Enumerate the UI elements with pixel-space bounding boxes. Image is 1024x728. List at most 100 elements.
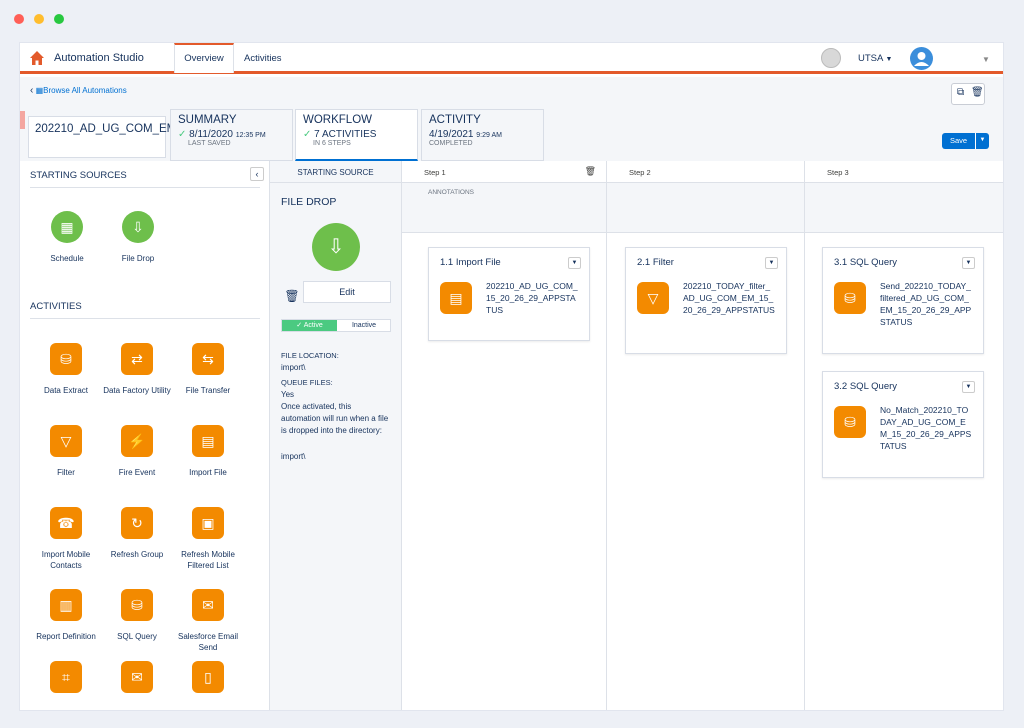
- grid-icon: ▦: [35, 86, 44, 95]
- left-panel: STARTING SOURCES ‹ ▦ Schedule ⇩ File Dro…: [20, 161, 270, 710]
- summary-card[interactable]: SUMMARY ✓ 8/11/2020 12:35 PM LAST SAVED: [170, 109, 293, 161]
- maximize-dot[interactable]: [54, 14, 64, 24]
- check-icon: ✓: [178, 129, 187, 140]
- chevron-down-icon[interactable]: ▼: [568, 257, 581, 269]
- card-heading: WORKFLOW: [303, 114, 372, 126]
- card-meta: IN 6 STEPS: [313, 140, 351, 147]
- activity-card[interactable]: ACTIVITY 4/19/2021 9:29 AM COMPLETED: [421, 109, 544, 161]
- step-header: Step 1 🗑: [402, 161, 606, 183]
- activity-label: Filter: [57, 468, 75, 477]
- save-dropdown-icon[interactable]: ▼: [975, 133, 989, 149]
- workflow-card[interactable]: WORKFLOW ✓ 7 ACTIVITIES IN 6 STEPS: [295, 109, 418, 161]
- activity-label: Fire Event: [118, 468, 156, 477]
- activity-name: No_Match_202210_TODAY_AD_UG_COM_EM_15_20…: [880, 405, 972, 451]
- script-icon[interactable]: ⌗: [50, 661, 82, 693]
- refresh-group-icon[interactable]: ↻: [121, 507, 153, 539]
- source-label: File Drop: [121, 254, 155, 263]
- import-file-icon[interactable]: ▤: [192, 425, 224, 457]
- fire-event-icon[interactable]: ⚡: [121, 425, 153, 457]
- activity-card[interactable]: 1.1 Import File ▼ ▤ 202210_AD_UG_COM_15_…: [428, 247, 590, 341]
- calendar-icon[interactable]: ▦: [51, 211, 83, 243]
- card-value: 4/19/2021: [429, 129, 474, 140]
- activity-label: Salesforce Email Send: [177, 632, 239, 652]
- import-contacts-icon[interactable]: ☎: [50, 507, 82, 539]
- trash-icon[interactable]: 🗑: [971, 87, 984, 98]
- filter-icon[interactable]: ▽: [50, 425, 82, 457]
- chevron-down-icon: ▼: [885, 56, 893, 63]
- file-location-label: FILE LOCATION:: [281, 351, 339, 360]
- active-toggle[interactable]: ✓ Active Inactive: [281, 319, 391, 332]
- step-label: Step 1: [424, 168, 446, 177]
- save-label: Save: [950, 136, 968, 145]
- org-label: UTSA: [858, 53, 883, 64]
- file-drop-large-icon: ⇩: [312, 223, 360, 271]
- status-marker: [20, 111, 25, 129]
- chevron-down-icon[interactable]: ▼: [765, 257, 778, 269]
- report-icon[interactable]: ▥: [50, 589, 82, 621]
- user-avatar-small[interactable]: [821, 48, 841, 68]
- copy-icon[interactable]: ⧉: [957, 87, 964, 98]
- activity-label: Import Mobile Contacts: [41, 550, 91, 570]
- active-label: Active: [303, 322, 323, 329]
- app-title: Automation Studio: [54, 52, 144, 64]
- activity-label: SQL Query: [117, 632, 157, 641]
- queue-label: QUEUE FILES:: [281, 378, 333, 387]
- activity-title: 1.1 Import File: [440, 257, 501, 268]
- automation-name[interactable]: 202210_AD_UG_COM_EM_APP: [28, 116, 206, 158]
- minimize-dot[interactable]: [34, 14, 44, 24]
- activity-card[interactable]: 2.1 Filter ▼ ▽ 202210_TODAY_filter_AD_UG…: [625, 247, 787, 354]
- tab-overview[interactable]: Overview: [174, 43, 234, 73]
- step-header: Step 2: [607, 161, 804, 183]
- source-title: FILE DROP: [281, 196, 337, 208]
- file-transfer-icon[interactable]: ⇆: [192, 343, 224, 375]
- data-factory-icon[interactable]: ⇄: [121, 343, 153, 375]
- divider: [30, 318, 260, 319]
- profile-avatar[interactable]: [910, 47, 933, 70]
- activity-card[interactable]: 3.2 SQL Query ▼ ⛁ No_Match_202210_TODAY_…: [822, 371, 984, 478]
- inactive-option[interactable]: Inactive: [337, 320, 391, 331]
- chevron-down-icon[interactable]: ▼: [962, 257, 975, 269]
- chevron-left-icon: ‹: [30, 85, 34, 96]
- sql-query-icon[interactable]: ⛁: [121, 589, 153, 621]
- card-heading: ACTIVITY: [429, 114, 481, 126]
- activity-title: 3.1 SQL Query: [834, 257, 898, 268]
- activity-card[interactable]: 3.1 SQL Query ▼ ⛁ Send_202210_TODAY_filt…: [822, 247, 984, 354]
- queue-value: Yes: [281, 390, 295, 399]
- filter-icon: ▽: [637, 282, 669, 314]
- card-value: 8/11/2020: [189, 129, 233, 140]
- activity-title: 3.2 SQL Query: [834, 381, 898, 392]
- check-icon: ✓: [303, 129, 312, 140]
- profile-chevron-icon[interactable]: ▼: [982, 55, 990, 64]
- directory-value: import\: [281, 452, 306, 461]
- data-extract-icon[interactable]: ⛁: [50, 343, 82, 375]
- trash-icon[interactable]: 🗑: [281, 285, 303, 307]
- source-description: Once activated, this automation will run…: [281, 402, 389, 435]
- active-option[interactable]: ✓ Active: [282, 320, 337, 331]
- activity-label: Report Definition: [36, 632, 96, 641]
- refresh-list-icon[interactable]: ▣: [192, 507, 224, 539]
- org-switcher[interactable]: UTSA ▼: [858, 53, 892, 64]
- step-header: Step 3: [805, 161, 1003, 183]
- mobile-icon[interactable]: ▯: [192, 661, 224, 693]
- save-button[interactable]: Save ▼: [942, 133, 989, 149]
- user-icon: [914, 52, 929, 66]
- chevron-down-icon[interactable]: ▼: [962, 381, 975, 393]
- file-drop-icon[interactable]: ⇩: [122, 211, 154, 243]
- email-send-icon[interactable]: ✉: [192, 589, 224, 621]
- close-dot[interactable]: [14, 14, 24, 24]
- edit-button[interactable]: Edit: [303, 281, 391, 303]
- automation-header: ‹ ▦Browse All Automations ⧉ 🗑 202210_AD_…: [20, 77, 1003, 161]
- tab-activities[interactable]: Activities: [244, 43, 294, 71]
- email-icon[interactable]: ✉: [121, 661, 153, 693]
- card-meta: LAST SAVED: [188, 140, 231, 147]
- home-icon[interactable]: [29, 50, 45, 66]
- activity-label: Import File: [189, 468, 227, 477]
- step-label: Step 3: [827, 168, 849, 177]
- browse-all-link[interactable]: ‹ ▦Browse All Automations: [30, 85, 127, 96]
- trash-icon[interactable]: 🗑: [585, 166, 596, 177]
- collapse-panel-icon[interactable]: ‹: [250, 167, 264, 181]
- activity-name: 202210_TODAY_filter_AD_UG_COM_EM_15_20_2…: [683, 281, 775, 315]
- activities-heading: ACTIVITIES: [30, 301, 82, 312]
- activity-label: File Transfer: [185, 386, 231, 395]
- divider: [30, 187, 260, 188]
